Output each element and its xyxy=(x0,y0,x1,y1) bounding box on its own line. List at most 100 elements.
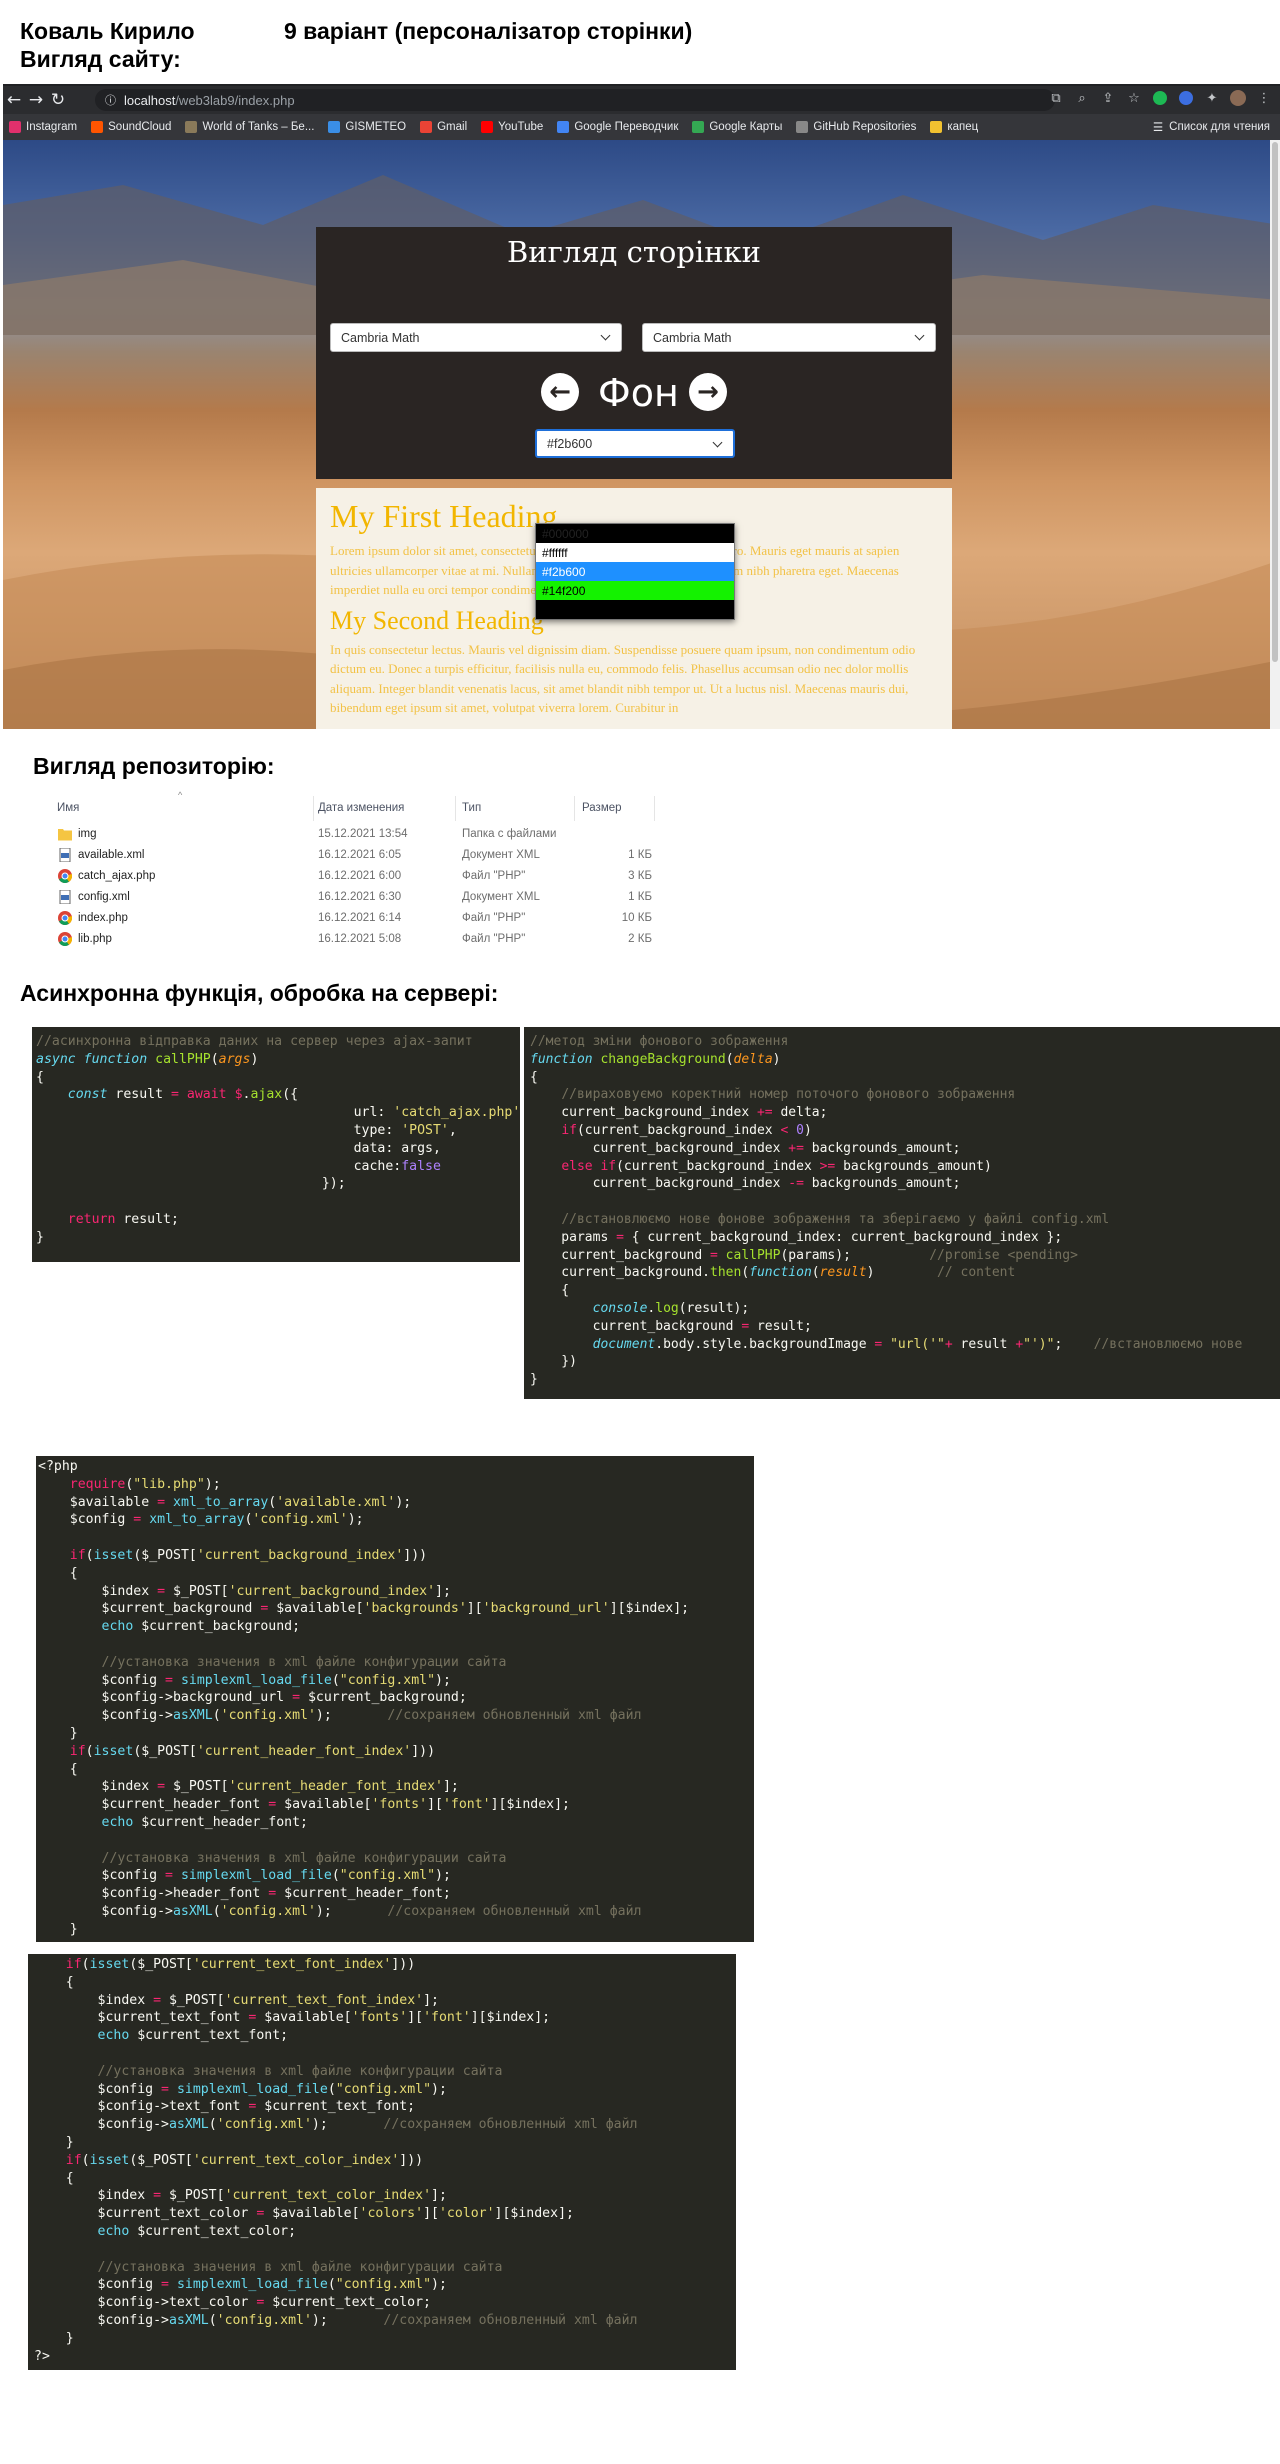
code-line: type: 'POST', xyxy=(36,1122,457,1138)
reload-icon[interactable]: ↻ xyxy=(47,89,69,111)
text-font-select[interactable]: Cambria Math xyxy=(642,323,936,352)
arrow-right-icon: → xyxy=(697,377,719,407)
page-scrollbar[interactable] xyxy=(1270,140,1280,729)
file-size: 1 КБ xyxy=(628,849,652,861)
code-line: if(isset($_POST['current_header_font_ind… xyxy=(69,1743,436,1759)
code-line: current_background.then(function(result)… xyxy=(530,1265,1016,1281)
prev-background-button[interactable]: ← xyxy=(541,373,579,411)
scrollbar-thumb[interactable] xyxy=(1272,142,1278,662)
code-line: if(current_background_index < 0) xyxy=(561,1122,812,1138)
column-divider xyxy=(455,796,456,821)
file-type: Документ XML xyxy=(462,891,540,903)
extensions-puzzle-icon[interactable]: ✦ xyxy=(1204,90,1220,106)
code-line: { xyxy=(34,2170,74,2186)
code-line: current_background_index += backgrounds_… xyxy=(530,1140,961,1156)
bookmark-item[interactable]: Google Переводчик xyxy=(557,121,678,133)
code-line: $config = simplexml_load_file("config.xm… xyxy=(34,2081,447,2097)
info-icon[interactable]: ⓘ xyxy=(105,92,116,108)
reading-list-icon: ☰ xyxy=(1152,122,1164,134)
code-line: } xyxy=(34,2134,74,2150)
column-size[interactable]: Размер xyxy=(582,802,622,814)
background-label: Фон xyxy=(598,371,679,415)
code-line: current_background = callPHP(params); //… xyxy=(530,1247,1078,1263)
code-line: echo $current_text_color; xyxy=(97,2223,297,2239)
code-line: if(isset($_POST['current_text_font_index… xyxy=(65,1957,416,1972)
column-date[interactable]: Дата изменения xyxy=(318,802,404,814)
file-row[interactable]: lib.php 16.12.2021 5:08 Файл "PHP" 2 КБ xyxy=(52,929,652,950)
file-row[interactable]: available.xml 16.12.2021 6:05 Документ X… xyxy=(52,845,652,866)
bookmark-item[interactable]: Google Карты xyxy=(692,121,782,133)
bookmark-item[interactable]: World of Tanks – Бе... xyxy=(185,121,314,133)
extension-blue-icon[interactable] xyxy=(1178,90,1194,106)
bookmark-icon xyxy=(692,121,705,133)
bookmark-icon xyxy=(796,121,809,133)
url-host: localhost xyxy=(124,92,176,108)
code-line: } xyxy=(38,1725,78,1741)
bookmark-item[interactable]: Instagram xyxy=(9,121,77,133)
file-name: index.php xyxy=(78,912,128,924)
code-line: return result; xyxy=(67,1211,179,1227)
code-line: ?> xyxy=(34,2348,50,2364)
code-line: $available = xml_to_array('available.xml… xyxy=(38,1494,412,1510)
file-size: 10 КБ xyxy=(621,912,652,924)
code-line: } xyxy=(530,1372,538,1388)
menu-icon[interactable]: ⋮ xyxy=(1256,90,1272,106)
code-line: if(isset($_POST['current_background_inde… xyxy=(69,1547,428,1563)
share-icon[interactable]: ⇪ xyxy=(1100,90,1116,106)
chrome-icon xyxy=(58,911,72,925)
text-color-select[interactable]: #f2b600 xyxy=(535,429,735,458)
star-icon[interactable]: ☆ xyxy=(1126,90,1142,106)
code-block-php-part2: if(isset($_POST['current_text_font_index… xyxy=(28,1954,736,2370)
color-option[interactable] xyxy=(536,600,734,619)
back-icon[interactable]: ← xyxy=(3,89,25,111)
address-bar[interactable]: ⓘ localhost/web3lab9/index.php xyxy=(95,89,1055,111)
zoom-icon[interactable]: ⌕ xyxy=(1074,90,1090,106)
code-line: $config->background_url = $current_backg… xyxy=(38,1690,467,1706)
bookmark-item[interactable]: SoundCloud xyxy=(91,121,171,133)
column-name[interactable]: Имя xyxy=(57,802,79,814)
code-line: echo $current_header_font; xyxy=(101,1814,308,1830)
file-date: 16.12.2021 5:08 xyxy=(318,933,402,945)
bookmark-item[interactable]: Gmail xyxy=(420,121,467,133)
reading-list-button[interactable]: ☰ Список для чтения xyxy=(1153,114,1270,140)
file-name: catch_ajax.php xyxy=(78,870,156,882)
file-row[interactable]: img 15.12.2021 13:54 Папка с файлами xyxy=(52,824,652,845)
code-line: $config->header_font = $current_header_f… xyxy=(38,1886,451,1902)
code-block-changebackground: //метод зміни фонового зображення functio… xyxy=(524,1027,1280,1399)
file-date: 15.12.2021 13:54 xyxy=(318,828,408,840)
file-name: config.xml xyxy=(78,891,130,903)
column-divider xyxy=(574,796,575,821)
bookmark-item[interactable]: GitHub Repositories xyxy=(796,121,916,133)
code-line: //асинхронна відправка даних на сервер ч… xyxy=(36,1034,473,1049)
column-type[interactable]: Тип xyxy=(462,802,481,814)
code-line: //установка значения в xml файле конфигу… xyxy=(101,1850,507,1866)
code-line: //установка значения в xml файле конфигу… xyxy=(97,2063,503,2079)
file-row[interactable]: index.php 16.12.2021 6:14 Файл "PHP" 10 … xyxy=(52,908,652,929)
forward-icon[interactable]: → xyxy=(25,89,47,111)
code-line: } xyxy=(36,1229,44,1245)
color-option[interactable]: #ffffff xyxy=(536,543,734,562)
code-line: else if(current_background_index >= back… xyxy=(561,1158,992,1174)
file-row[interactable]: config.xml 16.12.2021 6:30 Документ XML … xyxy=(52,887,652,908)
code-line: current_background = result; xyxy=(530,1318,812,1334)
code-line: const result = await $.ajax({ xyxy=(67,1087,299,1103)
extension-green-icon[interactable] xyxy=(1152,90,1168,106)
bookmark-item[interactable]: GISMETEO xyxy=(328,121,406,133)
code-line: //встановлюємо нове фонове зображення та… xyxy=(561,1211,1110,1227)
file-row[interactable]: catch_ajax.php 16.12.2021 6:00 Файл "PHP… xyxy=(52,866,652,887)
translate-icon[interactable]: ⧉ xyxy=(1048,90,1064,106)
bookmark-item[interactable]: YouTube xyxy=(481,121,543,133)
color-option[interactable]: #000000 xyxy=(536,524,734,543)
bookmark-icon xyxy=(9,121,21,133)
profile-avatar-icon[interactable] xyxy=(1230,90,1246,106)
color-option[interactable]: #14f200 xyxy=(536,581,734,600)
color-option-selected[interactable]: #f2b600 xyxy=(536,562,734,581)
color-dropdown: #000000 #ffffff #f2b600 #14f200 xyxy=(535,523,735,620)
header-font-select[interactable]: Cambria Math xyxy=(330,323,622,352)
next-background-button[interactable]: → xyxy=(689,373,727,411)
variant-title: 9 варіант (персоналізатор сторінки) xyxy=(284,18,693,44)
code-line: $config->text_font = $current_text_font; xyxy=(34,2099,416,2115)
bookmark-item[interactable]: капец xyxy=(930,121,978,133)
